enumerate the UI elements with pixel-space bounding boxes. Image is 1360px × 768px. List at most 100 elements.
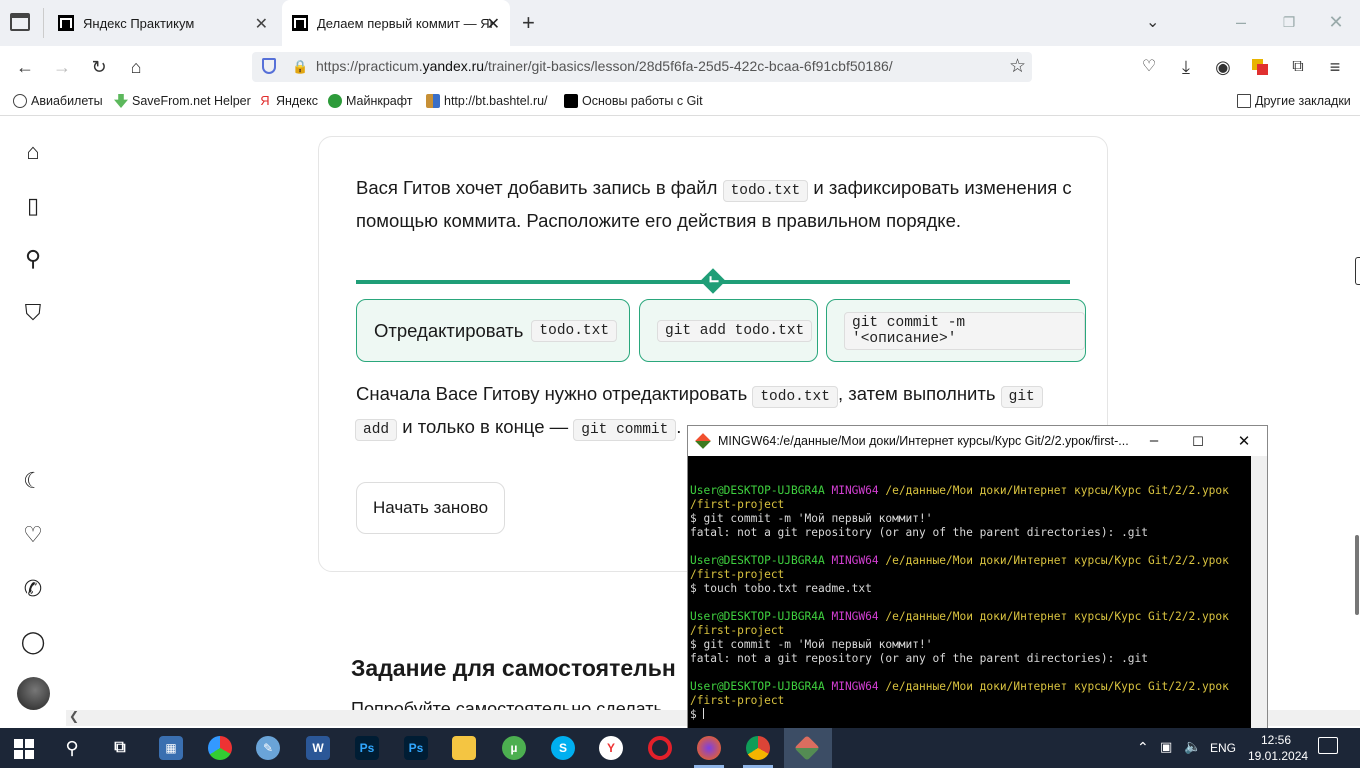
step-text: Отредактировать	[374, 319, 524, 341]
bookmark-savefrom[interactable]: SaveFrom.net Helper	[114, 94, 251, 108]
bookmark-star-icon[interactable]: ☆	[1009, 55, 1026, 78]
firefox-view-icon[interactable]	[10, 13, 30, 31]
task-view-icon[interactable]: ⧉	[108, 736, 132, 760]
terminal-titlebar[interactable]: MINGW64:/e/данные/Мои доки/Интернет курс…	[688, 426, 1267, 456]
search-icon[interactable]: ⚲	[60, 736, 84, 760]
step-code: git commit -m '<описание>'	[844, 311, 1085, 350]
photoshop-icon[interactable]: Ps	[355, 736, 379, 760]
book-icon[interactable]: ▯	[20, 193, 46, 219]
tracking-protection-shield-icon[interactable]	[262, 58, 276, 74]
account-icon[interactable]: ◉	[1211, 56, 1235, 78]
bookmark-minecraft[interactable]: Майнкрафт	[328, 94, 413, 108]
tab-yandex-praktikum[interactable]: Яндекс Практикум ✕	[48, 0, 278, 46]
minimize-icon[interactable]: –	[1229, 12, 1253, 33]
step-card-git-add[interactable]: git add todo.txt	[639, 299, 818, 362]
photoshop-icon[interactable]: Ps	[404, 736, 428, 760]
page-scrollbar[interactable]	[1355, 535, 1359, 615]
chat-bubble-icon[interactable]: ◯	[20, 629, 46, 655]
paint-icon[interactable]: ✎	[256, 736, 280, 760]
terminal-scrollbar[interactable]	[1251, 456, 1267, 742]
avatar[interactable]	[17, 677, 50, 710]
network-icon[interactable]: ▣	[1160, 739, 1172, 755]
bookmark-icon[interactable]: ⛉	[20, 300, 46, 326]
active-app-highlight	[784, 728, 832, 768]
back-arrow-icon[interactable]: ←	[13, 56, 37, 78]
scroll-left-arrow-icon[interactable]: ❮	[69, 709, 79, 723]
yandex-browser-icon[interactable]: Y	[599, 736, 623, 760]
practicum-icon	[564, 94, 578, 108]
utorrent-icon[interactable]: µ	[502, 736, 526, 760]
bookmark-bashtel[interactable]: http://bt.bashtel.ru/	[426, 94, 548, 108]
address-bar[interactable]: 🔒 https://practicum.yandex.ru/trainer/gi…	[252, 52, 1032, 82]
moon-icon[interactable]: ☾	[20, 468, 46, 494]
bookmark-git-basics[interactable]: Основы работы с Git	[564, 94, 703, 108]
navigation-bar: ← → ↻ ⌂ 🔒 https://practicum.yandex.ru/tr…	[0, 46, 1360, 88]
savefrom-icon	[114, 94, 128, 108]
other-bookmarks[interactable]: Другие закладки	[1237, 94, 1351, 108]
show-hidden-icons-chevron-icon[interactable]: ⌃	[1137, 739, 1149, 756]
url-text[interactable]: https://practicum.yandex.ru/trainer/git-…	[316, 58, 893, 74]
reload-icon[interactable]: ↻	[87, 56, 111, 78]
search-icon[interactable]: ⚲	[20, 246, 46, 272]
bookmarks-bar: Авиабилеты SaveFrom.net Helper Я Яндекс М…	[0, 88, 1360, 116]
inline-code: git commit	[573, 419, 677, 441]
pocket-icon[interactable]: ♡	[1137, 56, 1161, 78]
close-tab-icon[interactable]: ✕	[255, 14, 268, 34]
practicum-sidebar: ⌂ ▯ ⚲ ⛉ ☾ ♡ ✆ ◯	[0, 117, 66, 713]
skype-icon[interactable]: S	[551, 736, 575, 760]
inline-code: add	[355, 419, 398, 441]
system-clock[interactable]: 12:56 19.01.2024	[1248, 732, 1308, 764]
language-indicator[interactable]: ENG	[1210, 741, 1236, 755]
git-bash-window[interactable]: MINGW64:/e/данные/Мои доки/Интернет курс…	[687, 425, 1268, 743]
bashtel-icon	[426, 94, 440, 108]
home-icon[interactable]: ⌂	[124, 56, 148, 78]
new-tab-plus-icon[interactable]: +	[522, 10, 535, 36]
file-explorer-icon[interactable]	[452, 736, 476, 760]
bookmark-aviabilety[interactable]: Авиабилеты	[13, 94, 103, 108]
lock-icon[interactable]: 🔒	[292, 59, 308, 75]
word-icon[interactable]: W	[306, 736, 330, 760]
practicum-favicon-icon	[58, 15, 74, 31]
terminal-output[interactable]: User@DESKTOP-UJBGR4A MINGW64 /e/данные/М…	[690, 470, 1250, 722]
extensions-puzzle-icon[interactable]: ⧉	[1286, 56, 1310, 78]
menu-hamburger-icon[interactable]: ≡	[1323, 56, 1347, 78]
step-card-edit[interactable]: Отредактировать todo.txt	[356, 299, 630, 362]
inline-code: git	[1000, 386, 1043, 408]
terminal-title: MINGW64:/e/данные/Мои доки/Интернет курс…	[718, 434, 1129, 448]
browser-tab-strip: Яндекс Практикум ✕ Делаем первый коммит …	[0, 0, 1360, 46]
chromium-icon[interactable]	[208, 736, 232, 760]
folder-icon	[1237, 94, 1251, 108]
git-bash-icon	[695, 433, 711, 449]
tab-divider	[43, 8, 44, 38]
inline-code: todo.txt	[722, 180, 809, 202]
yandex-icon: Я	[258, 94, 272, 108]
step-code: git add todo.txt	[657, 319, 813, 342]
windows-start-icon[interactable]	[13, 736, 37, 760]
tab-first-commit[interactable]: Делаем первый коммит — Янд ✕	[282, 0, 510, 46]
calculator-icon[interactable]: ▦	[159, 736, 183, 760]
close-window-icon[interactable]: ✕	[1324, 12, 1348, 33]
practicum-favicon-icon	[292, 15, 308, 31]
close-icon[interactable]: ✕	[1234, 432, 1254, 450]
firefox-icon[interactable]	[697, 736, 721, 760]
mouse-cursor-icon	[1355, 257, 1360, 285]
restore-icon[interactable]: ❐	[1277, 14, 1301, 31]
chrome-icon[interactable]	[746, 736, 770, 760]
home-icon[interactable]: ⌂	[20, 139, 46, 165]
list-tabs-chevron-icon[interactable]: ⌄	[1146, 12, 1159, 32]
step-card-git-commit[interactable]: git commit -m '<описание>'	[826, 299, 1086, 362]
extension-multicolor-icon[interactable]	[1252, 59, 1268, 75]
phone-icon[interactable]: ✆	[20, 576, 46, 602]
minimize-icon[interactable]: –	[1144, 432, 1164, 449]
close-tab-icon[interactable]: ✕	[487, 14, 500, 34]
restart-button[interactable]: Начать заново	[356, 482, 505, 534]
volume-icon[interactable]: 🔈	[1184, 738, 1201, 755]
bookmark-yandex[interactable]: Я Яндекс	[258, 94, 318, 108]
maximize-icon[interactable]: ☐	[1188, 434, 1208, 450]
downloads-icon[interactable]: ⤓	[1174, 56, 1198, 78]
section-heading: Задание для самостоятельн	[351, 655, 676, 681]
opera-icon[interactable]	[648, 736, 672, 760]
heart-icon[interactable]: ♡	[20, 522, 46, 548]
notifications-icon[interactable]	[1318, 737, 1338, 754]
forward-arrow-icon[interactable]: →	[50, 56, 74, 78]
